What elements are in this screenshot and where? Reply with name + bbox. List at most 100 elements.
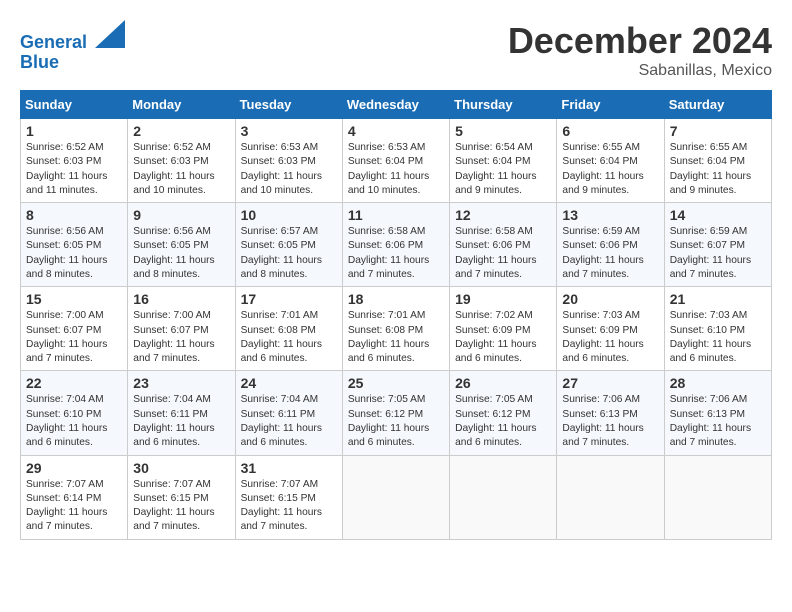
calendar-day-cell: 25 Sunrise: 7:05 AMSunset: 6:12 PMDayligh…: [342, 371, 449, 455]
day-number: 11: [348, 207, 444, 223]
day-number: 1: [26, 123, 122, 139]
calendar-week-row: 1 Sunrise: 6:52 AMSunset: 6:03 PMDaylight…: [21, 119, 772, 203]
day-number: 13: [562, 207, 658, 223]
day-number: 17: [241, 291, 337, 307]
day-info: Sunrise: 6:55 AMSunset: 6:04 PMDaylight:…: [670, 141, 766, 198]
day-info: Sunrise: 7:00 AMSunset: 6:07 PMDaylight:…: [26, 309, 122, 366]
calendar-day-cell: 21Sunrise: 7:03 AMSunset: 6:10 PMDayligh…: [664, 287, 771, 371]
calendar-day-cell: 26 Sunrise: 7:05 AMSunset: 6:12 PMDayligh…: [450, 371, 557, 455]
day-number: 19: [455, 291, 551, 307]
calendar-day-cell: 30Sunrise: 7:07 AMSunset: 6:15 PMDayligh…: [128, 455, 235, 539]
day-number: 3: [241, 123, 337, 139]
calendar-header-row: SundayMondayTuesdayWednesdayThursdayFrid…: [21, 91, 772, 119]
calendar-day-cell: 4 Sunrise: 6:53 AMSunset: 6:04 PMDaylight…: [342, 119, 449, 203]
day-of-week-header: Wednesday: [342, 91, 449, 119]
day-info: Sunrise: 6:52 AMSunset: 6:03 PMDaylight:…: [26, 141, 122, 198]
calendar-day-cell: 23Sunrise: 7:04 AMSunset: 6:11 PMDayligh…: [128, 371, 235, 455]
calendar-day-cell: [557, 455, 664, 539]
logo-general: General: [20, 32, 87, 52]
day-number: 5: [455, 123, 551, 139]
day-number: 6: [562, 123, 658, 139]
day-number: 16: [133, 291, 229, 307]
calendar-day-cell: [664, 455, 771, 539]
day-number: 28: [670, 375, 766, 391]
day-info: Sunrise: 7:02 AMSunset: 6:09 PMDaylight:…: [455, 309, 551, 366]
day-info: Sunrise: 7:04 AMSunset: 6:11 PMDaylight:…: [241, 393, 337, 450]
day-info: Sunrise: 7:01 AMSunset: 6:08 PMDaylight:…: [241, 309, 337, 366]
day-info: Sunrise: 7:07 AMSunset: 6:15 PMDaylight:…: [133, 478, 229, 535]
day-number: 9: [133, 207, 229, 223]
calendar-day-cell: 5 Sunrise: 6:54 AMSunset: 6:04 PMDaylight…: [450, 119, 557, 203]
day-info: Sunrise: 7:05 AMSunset: 6:12 PMDaylight:…: [348, 393, 444, 450]
calendar-day-cell: 15 Sunrise: 7:00 AMSunset: 6:07 PMDayligh…: [21, 287, 128, 371]
calendar-day-cell: 8 Sunrise: 6:56 AMSunset: 6:05 PMDaylight…: [21, 203, 128, 287]
day-info: Sunrise: 7:06 AMSunset: 6:13 PMDaylight:…: [562, 393, 658, 450]
day-of-week-header: Friday: [557, 91, 664, 119]
day-number: 26: [455, 375, 551, 391]
day-number: 10: [241, 207, 337, 223]
day-info: Sunrise: 6:58 AMSunset: 6:06 PMDaylight:…: [348, 225, 444, 282]
logo: General Blue: [20, 20, 125, 73]
day-info: Sunrise: 7:03 AMSunset: 6:10 PMDaylight:…: [670, 309, 766, 366]
day-info: Sunrise: 6:57 AMSunset: 6:05 PMDaylight:…: [241, 225, 337, 282]
day-info: Sunrise: 6:54 AMSunset: 6:04 PMDaylight:…: [455, 141, 551, 198]
calendar-day-cell: 20 Sunrise: 7:03 AMSunset: 6:09 PMDayligh…: [557, 287, 664, 371]
day-number: 27: [562, 375, 658, 391]
day-info: Sunrise: 6:53 AMSunset: 6:03 PMDaylight:…: [241, 141, 337, 198]
location: Sabanillas, Mexico: [508, 62, 772, 80]
calendar-day-cell: 19 Sunrise: 7:02 AMSunset: 6:09 PMDayligh…: [450, 287, 557, 371]
day-of-week-header: Monday: [128, 91, 235, 119]
day-info: Sunrise: 6:56 AMSunset: 6:05 PMDaylight:…: [26, 225, 122, 282]
calendar-day-cell: 9 Sunrise: 6:56 AMSunset: 6:05 PMDaylight…: [128, 203, 235, 287]
day-number: 29: [26, 460, 122, 476]
day-info: Sunrise: 7:01 AMSunset: 6:08 PMDaylight:…: [348, 309, 444, 366]
day-info: Sunrise: 6:59 AMSunset: 6:06 PMDaylight:…: [562, 225, 658, 282]
calendar-day-cell: 24Sunrise: 7:04 AMSunset: 6:11 PMDayligh…: [235, 371, 342, 455]
day-number: 25: [348, 375, 444, 391]
day-info: Sunrise: 7:07 AMSunset: 6:14 PMDaylight:…: [26, 478, 122, 535]
logo-blue: Blue: [20, 52, 59, 72]
title-block: December 2024 Sabanillas, Mexico: [508, 20, 772, 80]
calendar-week-row: 22 Sunrise: 7:04 AMSunset: 6:10 PMDayligh…: [21, 371, 772, 455]
calendar-day-cell: 6Sunrise: 6:55 AMSunset: 6:04 PMDaylight…: [557, 119, 664, 203]
day-of-week-header: Tuesday: [235, 91, 342, 119]
day-info: Sunrise: 7:06 AMSunset: 6:13 PMDaylight:…: [670, 393, 766, 450]
calendar-day-cell: 27 Sunrise: 7:06 AMSunset: 6:13 PMDayligh…: [557, 371, 664, 455]
calendar-week-row: 8 Sunrise: 6:56 AMSunset: 6:05 PMDaylight…: [21, 203, 772, 287]
day-info: Sunrise: 6:58 AMSunset: 6:06 PMDaylight:…: [455, 225, 551, 282]
month-title: December 2024: [508, 20, 772, 62]
day-info: Sunrise: 7:07 AMSunset: 6:15 PMDaylight:…: [241, 478, 337, 535]
day-number: 8: [26, 207, 122, 223]
calendar-day-cell: 12 Sunrise: 6:58 AMSunset: 6:06 PMDayligh…: [450, 203, 557, 287]
calendar-day-cell: 22 Sunrise: 7:04 AMSunset: 6:10 PMDayligh…: [21, 371, 128, 455]
day-number: 12: [455, 207, 551, 223]
day-info: Sunrise: 7:03 AMSunset: 6:09 PMDaylight:…: [562, 309, 658, 366]
page-header: General Blue December 2024 Sabanillas, M…: [20, 20, 772, 80]
calendar-day-cell: 16Sunrise: 7:00 AMSunset: 6:07 PMDayligh…: [128, 287, 235, 371]
calendar-day-cell: 3 Sunrise: 6:53 AMSunset: 6:03 PMDaylight…: [235, 119, 342, 203]
day-number: 22: [26, 375, 122, 391]
calendar-day-cell: [450, 455, 557, 539]
calendar-day-cell: 29 Sunrise: 7:07 AMSunset: 6:14 PMDayligh…: [21, 455, 128, 539]
calendar-table: SundayMondayTuesdayWednesdayThursdayFrid…: [20, 90, 772, 540]
day-info: Sunrise: 6:56 AMSunset: 6:05 PMDaylight:…: [133, 225, 229, 282]
day-info: Sunrise: 7:04 AMSunset: 6:10 PMDaylight:…: [26, 393, 122, 450]
day-number: 2: [133, 123, 229, 139]
calendar-day-cell: 2Sunrise: 6:52 AMSunset: 6:03 PMDaylight…: [128, 119, 235, 203]
calendar-day-cell: 7Sunrise: 6:55 AMSunset: 6:04 PMDaylight…: [664, 119, 771, 203]
day-info: Sunrise: 7:05 AMSunset: 6:12 PMDaylight:…: [455, 393, 551, 450]
calendar-day-cell: 11 Sunrise: 6:58 AMSunset: 6:06 PMDayligh…: [342, 203, 449, 287]
day-of-week-header: Saturday: [664, 91, 771, 119]
logo-icon: [95, 20, 125, 48]
calendar-week-row: 15 Sunrise: 7:00 AMSunset: 6:07 PMDayligh…: [21, 287, 772, 371]
day-number: 23: [133, 375, 229, 391]
calendar-day-cell: [342, 455, 449, 539]
day-number: 15: [26, 291, 122, 307]
calendar-day-cell: 31 Sunrise: 7:07 AMSunset: 6:15 PMDayligh…: [235, 455, 342, 539]
calendar-day-cell: 14Sunrise: 6:59 AMSunset: 6:07 PMDayligh…: [664, 203, 771, 287]
day-number: 20: [562, 291, 658, 307]
day-number: 4: [348, 123, 444, 139]
day-info: Sunrise: 6:53 AMSunset: 6:04 PMDaylight:…: [348, 141, 444, 198]
day-number: 31: [241, 460, 337, 476]
calendar-day-cell: 1 Sunrise: 6:52 AMSunset: 6:03 PMDaylight…: [21, 119, 128, 203]
